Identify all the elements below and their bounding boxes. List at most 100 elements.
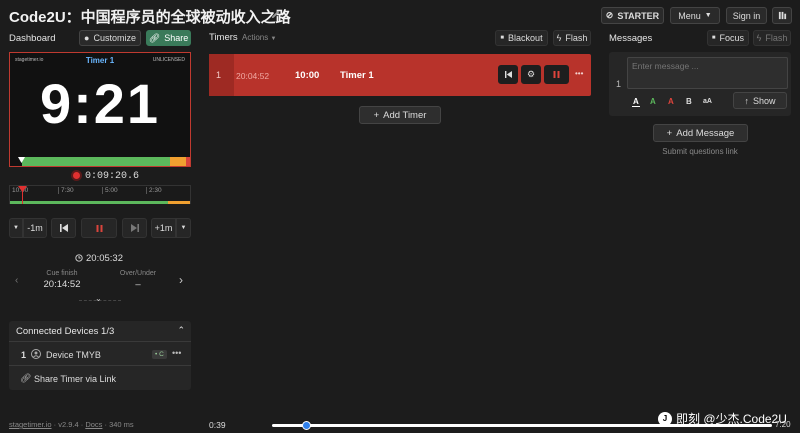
- message-input[interactable]: [627, 57, 788, 89]
- timer-index: 1: [216, 70, 222, 80]
- format-color-red[interactable]: A: [668, 97, 674, 106]
- user-avatar-icon: [31, 349, 41, 359]
- timeline-tick-4: 2:30: [146, 187, 162, 194]
- device-index: 1: [21, 350, 27, 360]
- customize-button[interactable]: ● Customize: [79, 30, 141, 46]
- blackout-button[interactable]: ■ Blackout: [495, 30, 548, 46]
- sign-in-button[interactable]: Sign in: [726, 7, 767, 24]
- link-icon: 🔗︎: [148, 32, 161, 43]
- format-color-white[interactable]: A: [632, 97, 640, 107]
- caret-down-icon: ▼: [180, 225, 187, 231]
- arrow-up-icon: ↑: [744, 95, 749, 106]
- lightning-icon: ϟ: [756, 33, 762, 43]
- pause-icon: [553, 71, 560, 78]
- edit-pencil-icon[interactable]: [270, 9, 281, 20]
- over-under-value: –: [135, 279, 141, 290]
- message-flash-button[interactable]: ϟ Flash: [753, 30, 791, 46]
- plus-icon: +: [373, 109, 380, 121]
- timer-pause-button[interactable]: [544, 65, 569, 84]
- chevron-left-icon[interactable]: ‹: [15, 275, 18, 286]
- over-under-label: Over/Under: [119, 270, 157, 277]
- timer-duration[interactable]: 10:00: [295, 70, 319, 81]
- show-message-button[interactable]: ↑ Show: [733, 92, 787, 109]
- chevron-up-icon[interactable]: ⌃: [177, 325, 185, 336]
- add-message-button[interactable]: + Add Message: [653, 124, 748, 142]
- devices-title[interactable]: Connected Devices 1/3: [16, 326, 114, 337]
- menu-button[interactable]: Menu ▼: [670, 7, 720, 24]
- timeline-tick-2: 7:30: [58, 187, 74, 194]
- minus-options-button[interactable]: ▼: [9, 218, 23, 238]
- device-badge: • C: [152, 350, 167, 359]
- progress-orange: [169, 157, 186, 166]
- timer-reset-button[interactable]: [498, 65, 518, 84]
- playback-slider-thumb[interactable]: [302, 421, 311, 430]
- timer-settings-button[interactable]: ⚙: [521, 65, 541, 84]
- preview-time: 9:21: [39, 72, 161, 135]
- timer-row[interactable]: 1 20:04:52 10:00 Timer 1 ⚙ •••: [209, 54, 591, 96]
- pause-button[interactable]: [81, 218, 117, 238]
- starter-plan-button[interactable]: ⊘ STARTER: [601, 7, 664, 24]
- pause-icon: [96, 224, 102, 232]
- previous-button[interactable]: [51, 218, 76, 238]
- skip-forward-icon: [130, 224, 139, 232]
- jike-logo-icon: J: [658, 411, 672, 426]
- preview-license: UNLICENSED: [152, 57, 185, 63]
- clock-icon: [75, 254, 83, 262]
- lightning-icon: ϟ: [556, 33, 562, 43]
- add-minute-button[interactable]: +1m: [151, 218, 176, 238]
- device-name: Device TMYB: [46, 350, 101, 360]
- playback-elapsed: 0:39: [209, 420, 226, 430]
- watermark: J 即刻 @少杰.Code2U: [658, 410, 787, 427]
- format-bold[interactable]: B: [686, 97, 692, 106]
- chevron-down-icon[interactable]: ⌄: [95, 294, 102, 303]
- subtract-minute-button[interactable]: -1m: [23, 218, 47, 238]
- devices-divider-2: [9, 365, 191, 366]
- library-icon: [778, 11, 786, 20]
- message-card: 1 A A A B aA ↑Show: [609, 52, 791, 116]
- submit-questions-link[interactable]: Submit questions link: [609, 147, 791, 156]
- timer-name[interactable]: Timer 1: [340, 70, 374, 81]
- skip-back-icon: [59, 224, 68, 232]
- footer-info: stagetimer.io · v2.9.4 · Docs · 340 ms: [9, 420, 134, 429]
- connected-devices-panel: Connected Devices 1/3 ⌃ 1 Device TMYB • …: [9, 321, 191, 390]
- flash-button[interactable]: ϟ Flash: [553, 30, 591, 46]
- share-timer-link[interactable]: Share Timer via Link: [34, 374, 116, 384]
- app-title: Code2U：中国程序员的全球被动收入之路: [9, 9, 291, 26]
- timer-preview[interactable]: stagetimer.io Timer 1 UNLICENSED 9:21: [9, 52, 191, 167]
- cue-finish-label: Cue finish: [46, 270, 78, 277]
- add-timer-button[interactable]: + Add Timer: [359, 106, 441, 124]
- gear-icon: ⚙: [526, 69, 536, 79]
- timer-more-icon[interactable]: •••: [575, 69, 583, 78]
- device-more-icon[interactable]: •••: [172, 348, 181, 358]
- caret-down-icon: ▼: [704, 12, 712, 19]
- timers-title: Timers: [209, 32, 238, 43]
- timeline-tick-3: 5:00: [102, 187, 118, 194]
- devices-divider: [9, 341, 191, 342]
- caret-down-icon: ▼: [270, 36, 277, 42]
- link-icon: 🔗︎: [20, 373, 32, 383]
- elapsed-time: 0:09:20.6: [85, 171, 140, 182]
- format-case[interactable]: aA: [703, 98, 712, 105]
- skip-back-icon: [504, 71, 512, 78]
- footer-brand-link[interactable]: stagetimer.io: [9, 420, 52, 429]
- progress-green: [22, 157, 170, 166]
- format-color-green[interactable]: A: [650, 97, 656, 106]
- caret-down-icon: ▼: [13, 225, 19, 231]
- focus-button[interactable]: ■ Focus: [707, 30, 749, 46]
- footer-latency: 340 ms: [109, 420, 134, 429]
- messages-title: Messages: [609, 33, 653, 44]
- timeline-bar: [10, 201, 190, 204]
- fullscreen-button[interactable]: [772, 7, 792, 24]
- plus-options-button[interactable]: ▼: [176, 218, 191, 238]
- chevron-right-icon[interactable]: ›: [179, 273, 183, 287]
- playhead-marker-icon: [18, 186, 27, 192]
- dashboard-title: Dashboard: [9, 33, 56, 44]
- actions-dropdown[interactable]: Actions ▼: [242, 33, 276, 42]
- next-button[interactable]: [122, 218, 147, 238]
- share-button[interactable]: 🔗︎ Share: [146, 30, 191, 46]
- footer-docs-link[interactable]: Docs: [85, 420, 102, 429]
- recording-dot-icon: [73, 172, 80, 179]
- timeline[interactable]: 10:00 7:30 5:00 2:30: [9, 185, 191, 204]
- tag-icon: ⊘: [605, 10, 614, 20]
- footer-version: v2.9.4: [58, 420, 79, 429]
